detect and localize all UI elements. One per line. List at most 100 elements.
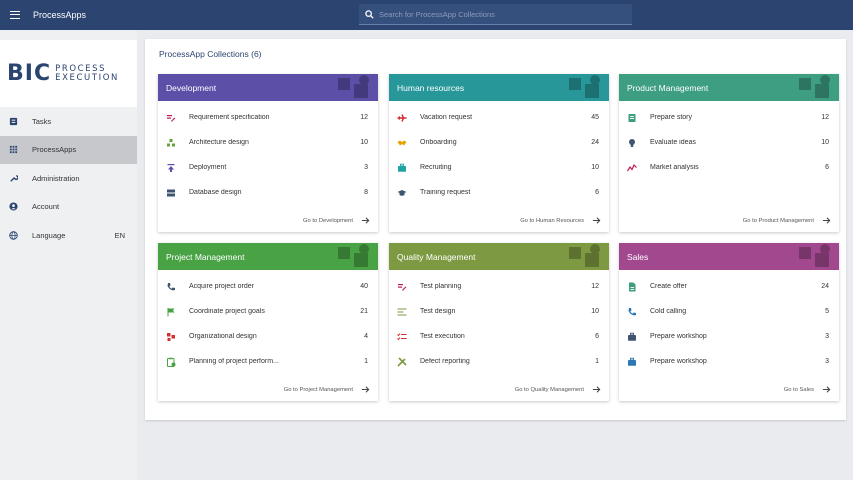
processapp-row[interactable]: Database design 8 bbox=[158, 180, 378, 205]
processapp-count: 3 bbox=[364, 164, 368, 171]
card-header[interactable]: Project Management bbox=[158, 243, 378, 270]
tools-icon bbox=[397, 356, 407, 367]
briefcase-icon bbox=[627, 357, 637, 367]
account-icon bbox=[8, 202, 18, 212]
processapp-label: Defect reporting bbox=[420, 358, 470, 365]
collection-card: Sales Create offer 24 Cold calling 5 Prepare … bbox=[619, 243, 839, 401]
processapp-row[interactable]: Cold calling 5 bbox=[619, 299, 839, 324]
processapp-label: Onboarding bbox=[420, 139, 457, 146]
card-title: Product Management bbox=[627, 82, 709, 93]
processapp-count: 24 bbox=[821, 283, 829, 290]
processapp-row[interactable]: Coordinate project goals 21 bbox=[158, 299, 378, 324]
processapp-row[interactable]: Create offer 24 bbox=[619, 274, 839, 299]
sidebar-item-tasks[interactable]: Tasks bbox=[0, 107, 137, 136]
document-icon bbox=[627, 282, 637, 292]
processapp-row[interactable]: Planning of project perform... 1 bbox=[158, 349, 378, 374]
arrow-right-icon bbox=[361, 385, 370, 394]
processapp-count: 3 bbox=[825, 358, 829, 365]
phone-icon bbox=[627, 307, 637, 317]
plane-icon bbox=[397, 113, 407, 123]
processapp-row[interactable]: Organizational design 4 bbox=[158, 324, 378, 349]
processapp-count: 12 bbox=[821, 114, 829, 121]
card-title: Sales bbox=[627, 251, 649, 262]
processapp-label: Deployment bbox=[189, 164, 227, 171]
search-bar[interactable] bbox=[359, 4, 632, 25]
card-header[interactable]: Quality Management bbox=[389, 243, 609, 270]
upload-icon bbox=[166, 163, 176, 173]
chart-line-icon bbox=[627, 163, 637, 173]
processapp-count: 10 bbox=[360, 139, 368, 146]
sidebar-item-administration[interactable]: Administration bbox=[0, 164, 137, 193]
arrow-right-icon bbox=[592, 385, 601, 394]
card-title: Quality Management bbox=[397, 251, 476, 262]
processapp-row[interactable]: Prepare workshop 3 bbox=[619, 324, 839, 349]
processapp-label: Recruiting bbox=[420, 164, 452, 171]
processapp-row[interactable]: Requirement specification 12 bbox=[158, 105, 378, 130]
processapp-label: Architecture design bbox=[189, 139, 249, 146]
card-header[interactable]: Product Management bbox=[619, 74, 839, 101]
collection-card: Development Requirement specification 12 Ar… bbox=[158, 74, 378, 232]
go-to-label: Go to Quality Management bbox=[514, 386, 584, 393]
sidebar-item-account[interactable]: Account bbox=[0, 193, 137, 222]
processapp-row[interactable]: Test design 10 bbox=[389, 299, 609, 324]
logo-letters: BIC bbox=[7, 60, 52, 86]
card-title: Project Management bbox=[166, 251, 245, 262]
go-to-collection-link[interactable]: Go to Quality Management bbox=[515, 385, 601, 394]
processapp-label: Requirement specification bbox=[189, 114, 270, 121]
processapp-row[interactable]: Market analysis 6 bbox=[619, 155, 839, 180]
processapp-row[interactable]: Prepare workshop 3 bbox=[619, 349, 839, 374]
processapp-count: 8 bbox=[364, 189, 368, 196]
sidebar-item-language[interactable]: Language EN bbox=[0, 221, 137, 250]
processapp-row[interactable]: Evaluate ideas 10 bbox=[619, 130, 839, 155]
processapp-count: 6 bbox=[595, 189, 599, 196]
processapp-count: 12 bbox=[591, 283, 599, 290]
processapp-label: Market analysis bbox=[650, 164, 699, 171]
logo-text: PROCESS EXECUTION bbox=[55, 64, 119, 83]
top-app-bar: ProcessApps bbox=[0, 0, 853, 30]
processapp-label: Prepare workshop bbox=[650, 358, 707, 365]
sidebar-nav: Tasks ProcessApps Administration Account Lan… bbox=[0, 107, 137, 250]
processapp-row[interactable]: Test execution 6 bbox=[389, 324, 609, 349]
go-to-collection-link[interactable]: Go to Project Management bbox=[284, 385, 370, 394]
processapp-label: Database design bbox=[189, 189, 242, 196]
graduation-cap-icon bbox=[397, 188, 407, 198]
processapp-count: 6 bbox=[825, 164, 829, 171]
search-input[interactable] bbox=[379, 9, 619, 19]
handshake-icon bbox=[397, 138, 407, 148]
processapp-label: Coordinate project goals bbox=[189, 308, 265, 315]
processapp-count: 6 bbox=[595, 333, 599, 340]
wrench-icon bbox=[8, 173, 18, 183]
sidebar-item-label: ProcessApps bbox=[32, 145, 77, 155]
processapp-row[interactable]: Training request 6 bbox=[389, 180, 609, 205]
processapp-row[interactable]: Test planning 12 bbox=[389, 274, 609, 299]
processapp-row[interactable]: Recruiting 10 bbox=[389, 155, 609, 180]
go-to-collection-link[interactable]: Go to Product Management bbox=[743, 216, 831, 225]
briefcase-icon bbox=[397, 163, 407, 173]
processapp-row[interactable]: Deployment 3 bbox=[158, 155, 378, 180]
processapp-label: Create offer bbox=[650, 283, 687, 290]
collections-panel: ProcessApp Collections (6) Development Re… bbox=[145, 39, 846, 420]
menu-icon[interactable] bbox=[3, 0, 27, 30]
go-to-collection-link[interactable]: Go to Development bbox=[303, 216, 370, 225]
go-to-collection-link[interactable]: Go to Sales bbox=[784, 385, 831, 394]
clipboard-icon bbox=[166, 357, 176, 367]
go-to-collection-link[interactable]: Go to Human Resources bbox=[520, 216, 601, 225]
processapp-row[interactable]: Onboarding 24 bbox=[389, 130, 609, 155]
processapp-row[interactable]: Defect reporting 1 bbox=[389, 349, 609, 374]
processapp-row[interactable]: Vacation request 45 bbox=[389, 105, 609, 130]
go-to-label: Go to Development bbox=[303, 217, 353, 224]
sidebar-item-processapps[interactable]: ProcessApps bbox=[0, 135, 137, 164]
card-header[interactable]: Development bbox=[158, 74, 378, 101]
test-plan-icon bbox=[397, 282, 407, 292]
test-design-icon bbox=[397, 307, 407, 317]
processapp-count: 1 bbox=[595, 358, 599, 365]
sidebar-item-label: Administration bbox=[32, 173, 80, 183]
processapp-row[interactable]: Acquire project order 40 bbox=[158, 274, 378, 299]
processapp-count: 10 bbox=[591, 308, 599, 315]
go-to-label: Go to Sales bbox=[783, 386, 814, 393]
logo: BIC PROCESS EXECUTION bbox=[0, 40, 137, 107]
card-header[interactable]: Sales bbox=[619, 243, 839, 270]
processapp-row[interactable]: Architecture design 10 bbox=[158, 130, 378, 155]
card-header[interactable]: Human resources bbox=[389, 74, 609, 101]
processapp-row[interactable]: Prepare story 12 bbox=[619, 105, 839, 130]
